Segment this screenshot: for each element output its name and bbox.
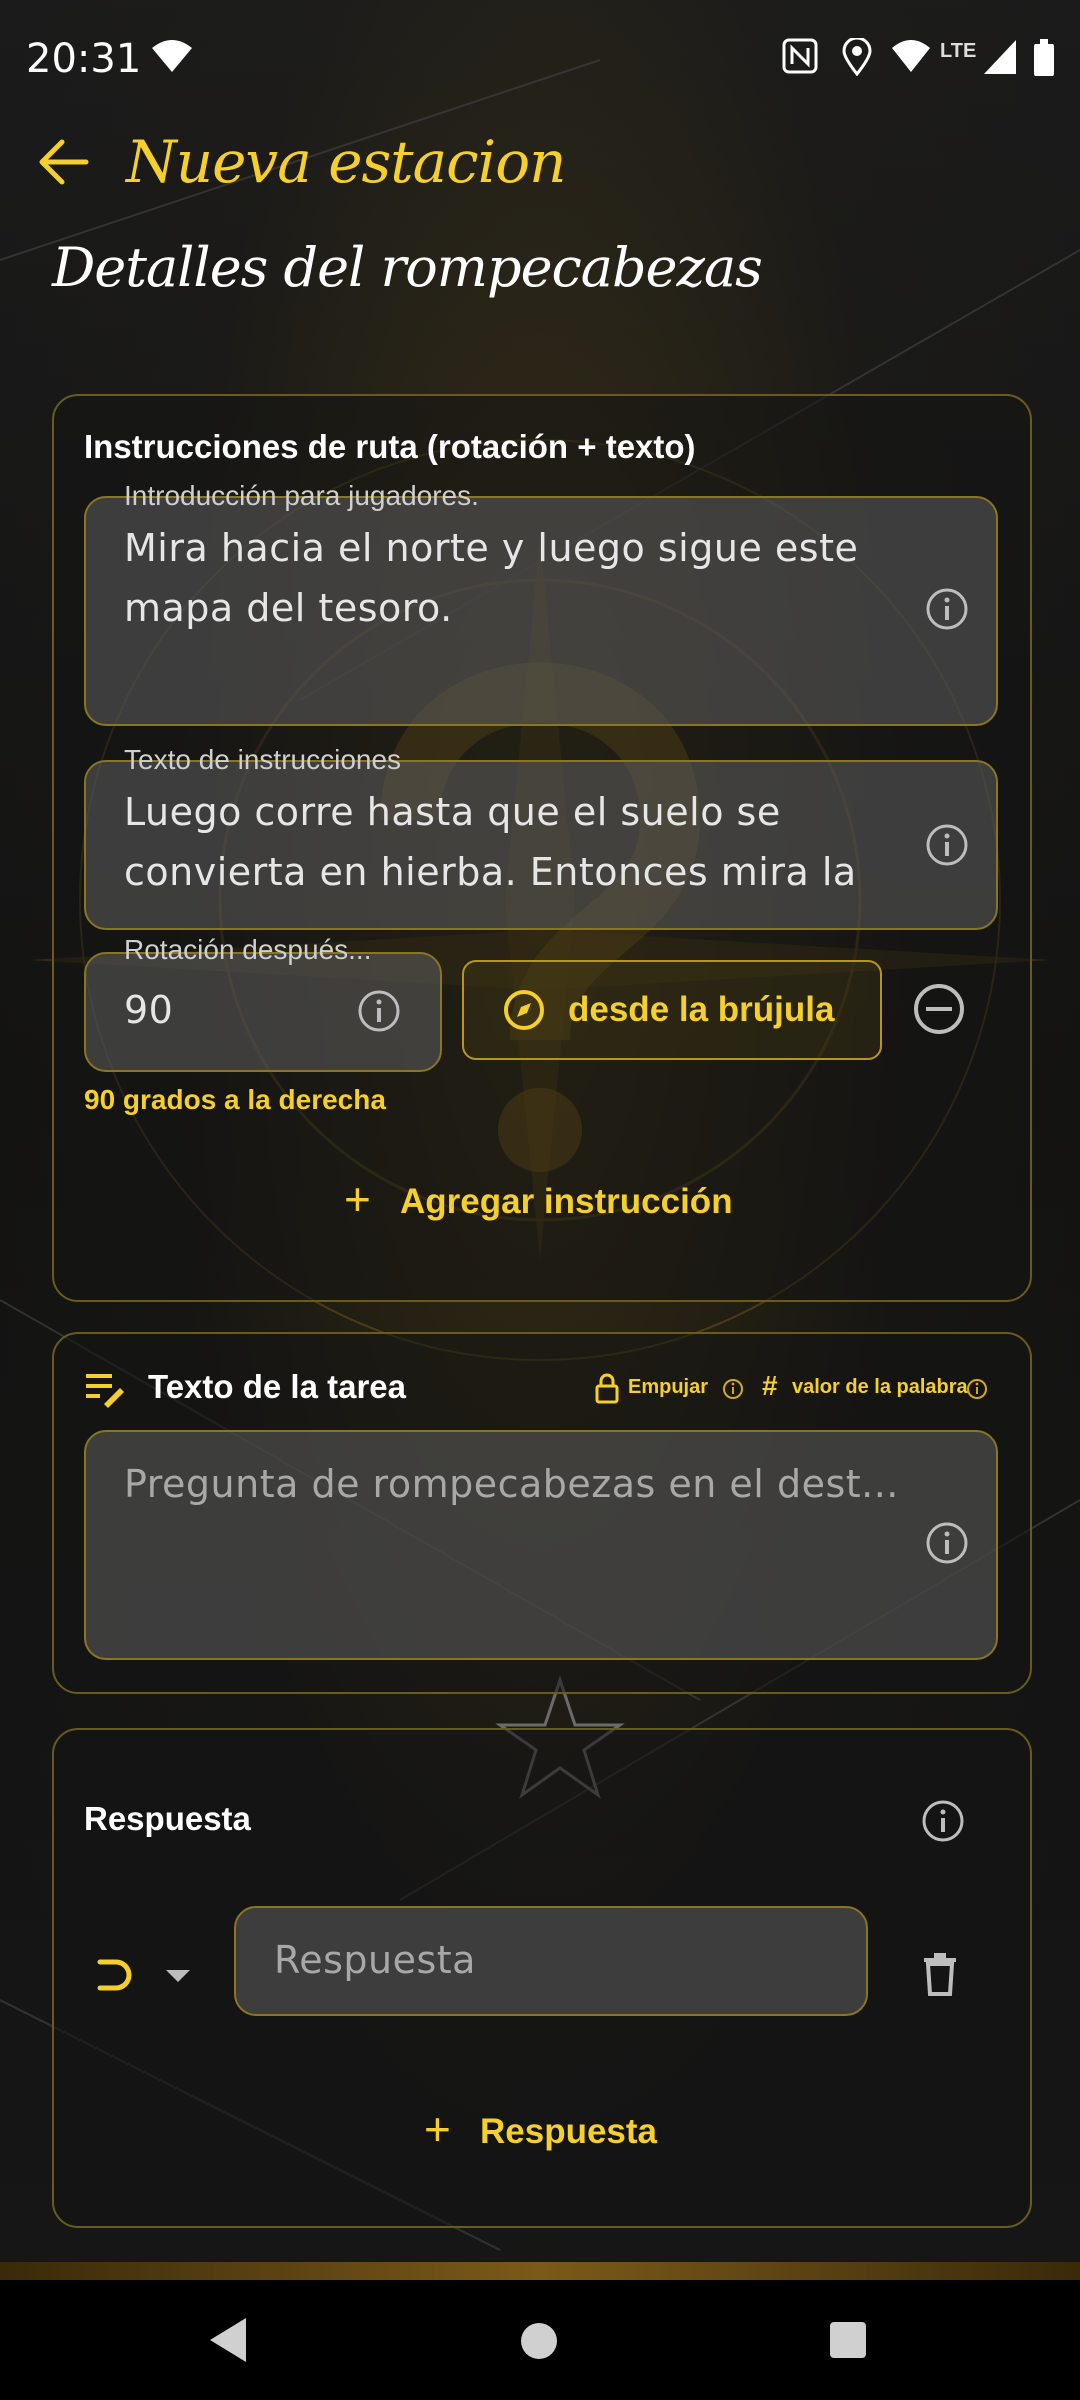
add-answer-label: Respuesta [480,2112,658,2151]
task-question-placeholder: Pregunta de rompecabezas en el dest... [124,1462,899,1506]
task-question-field[interactable]: Pregunta de rompecabezas en el dest... [84,1430,998,1660]
intro-field-line1: Mira hacia el norte y luego sigue este [124,526,859,570]
intro-field-line2: mapa del tesoro. [124,586,453,630]
add-instruction-label: Agregar instrucción [400,1182,733,1221]
edit-notes-icon [86,1374,124,1408]
push-label: Empujar [628,1376,709,1398]
lock-icon [595,1373,619,1404]
recents-nav-icon[interactable] [826,2318,870,2362]
nfc-icon [782,38,818,74]
remove-circle-icon[interactable] [912,982,966,1036]
superset-icon [97,1959,132,1991]
battery-icon [1034,39,1054,76]
compass-button-label: desde la brújula [568,990,835,1029]
location-icon [842,38,872,76]
add-answer-button[interactable]: + Respuesta [424,2103,684,2166]
word-value-toggle[interactable]: # valor de la palabra [762,1370,1012,1408]
info-icon[interactable] [722,1378,744,1400]
back-arrow-icon[interactable] [32,130,96,194]
task-card: Texto de la tarea Empujar # valor de la … [52,1332,1032,1694]
answer-input[interactable]: Respuesta [234,1906,868,2016]
intro-field-label: Introducción para jugadores. [124,480,479,511]
info-icon[interactable] [924,586,970,632]
instructions-field-label: Texto de instrucciones [124,744,402,775]
compass-button[interactable]: desde la brújula [462,960,882,1060]
wifi-icon [152,40,192,72]
instructions-field-line1: Luego corre hasta que el suelo se [124,790,781,834]
network-type: LTE [940,40,977,62]
info-icon[interactable] [966,1378,988,1400]
app-title: Nueva estacion [126,128,566,196]
route-instructions-label: Instrucciones de ruta (rotación + texto) [84,428,696,465]
rotation-field[interactable]: 90 [84,952,442,1072]
info-icon[interactable] [924,1520,970,1566]
info-icon[interactable] [924,822,970,868]
rotation-field-label: Rotación después... [124,934,372,965]
hash-icon: # [762,1370,778,1401]
plus-icon: + [424,2103,451,2155]
answer-type-dropdown[interactable] [94,1950,214,2010]
route-instructions-card: Instrucciones de ruta (rotación + texto)… [52,394,1032,1302]
next-card-edge [0,2262,1080,2280]
rotation-value: 90 [124,988,174,1032]
task-label: Texto de la tarea [148,1368,406,1405]
status-bar: 20:31 LTE [0,0,1080,120]
dropdown-arrow-icon [166,1970,190,1982]
add-instruction-button[interactable]: + Agregar instrucción [344,1173,764,1236]
navigation-bar [0,2280,1080,2400]
instructions-field[interactable]: Luego corre hasta que el suelo se convie… [84,760,998,930]
info-icon[interactable] [920,1798,966,1844]
home-nav-icon[interactable] [514,2316,564,2366]
answer-card: Respuesta Respuesta + Respuesta [52,1728,1032,2228]
page-title: Detalles del rompecabezas [52,236,763,299]
answer-placeholder: Respuesta [274,1938,476,1982]
wifi-signal-icon [892,40,930,72]
word-value-label: valor de la palabra [792,1376,968,1398]
rotation-hint: 90 grados a la derecha [84,1084,386,1115]
info-icon[interactable] [356,988,402,1034]
push-toggle[interactable]: Empujar [594,1372,754,1408]
compass-icon [504,990,544,1030]
status-time: 20:31 [26,36,142,82]
instructions-field-line2: convierta en hierba. Entonces mira la [124,850,857,894]
intro-field[interactable]: Mira hacia el norte y luego sigue este m… [84,496,998,726]
delete-icon[interactable] [920,1952,960,1996]
plus-icon: + [344,1173,371,1225]
answer-label: Respuesta [84,1800,251,1837]
back-nav-icon[interactable] [204,2314,252,2366]
cell-signal-icon [984,40,1016,74]
